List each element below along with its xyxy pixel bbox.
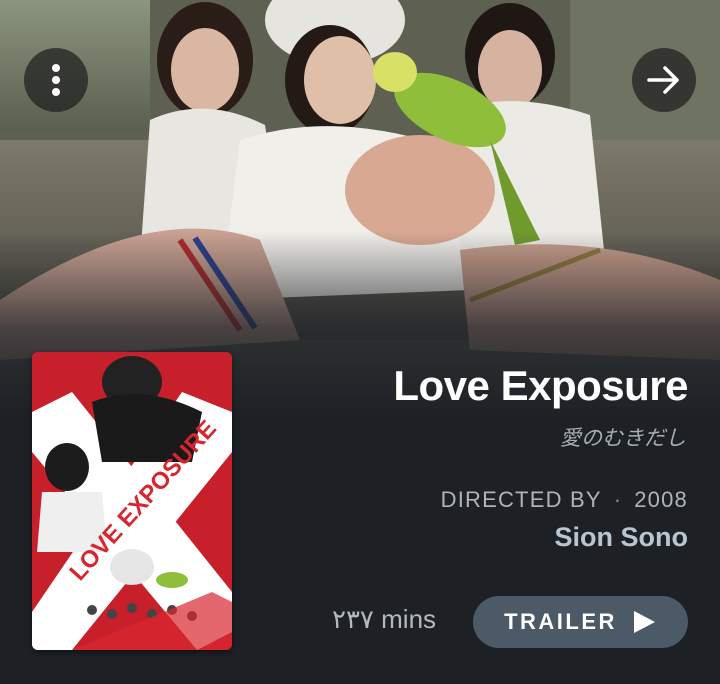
more-options-button[interactable]: [24, 48, 88, 112]
more-vert-icon: [52, 64, 60, 96]
meta-separator: ·: [613, 487, 623, 512]
arrow-right-icon: [647, 66, 679, 94]
runtime: ٢٣٧ mins: [332, 604, 437, 634]
director-name[interactable]: Sion Sono: [555, 522, 688, 553]
movie-title: Love Exposure: [393, 362, 688, 409]
trailer-label: TRAILER: [504, 609, 617, 634]
directed-by-label: DIRECTED BY: [440, 487, 602, 512]
play-icon: [633, 611, 655, 633]
trailer-button[interactable]: TRAILER: [473, 596, 688, 648]
release-year: 2008: [634, 487, 688, 512]
original-title: 愛のむきだし: [560, 426, 686, 450]
movie-poster[interactable]: LOVE EXPOSURE: [32, 352, 232, 650]
poster-artwork: LOVE EXPOSURE: [32, 352, 232, 650]
director-year-line: DIRECTED BY · 2008: [441, 487, 688, 513]
next-movie-button[interactable]: [632, 48, 696, 112]
